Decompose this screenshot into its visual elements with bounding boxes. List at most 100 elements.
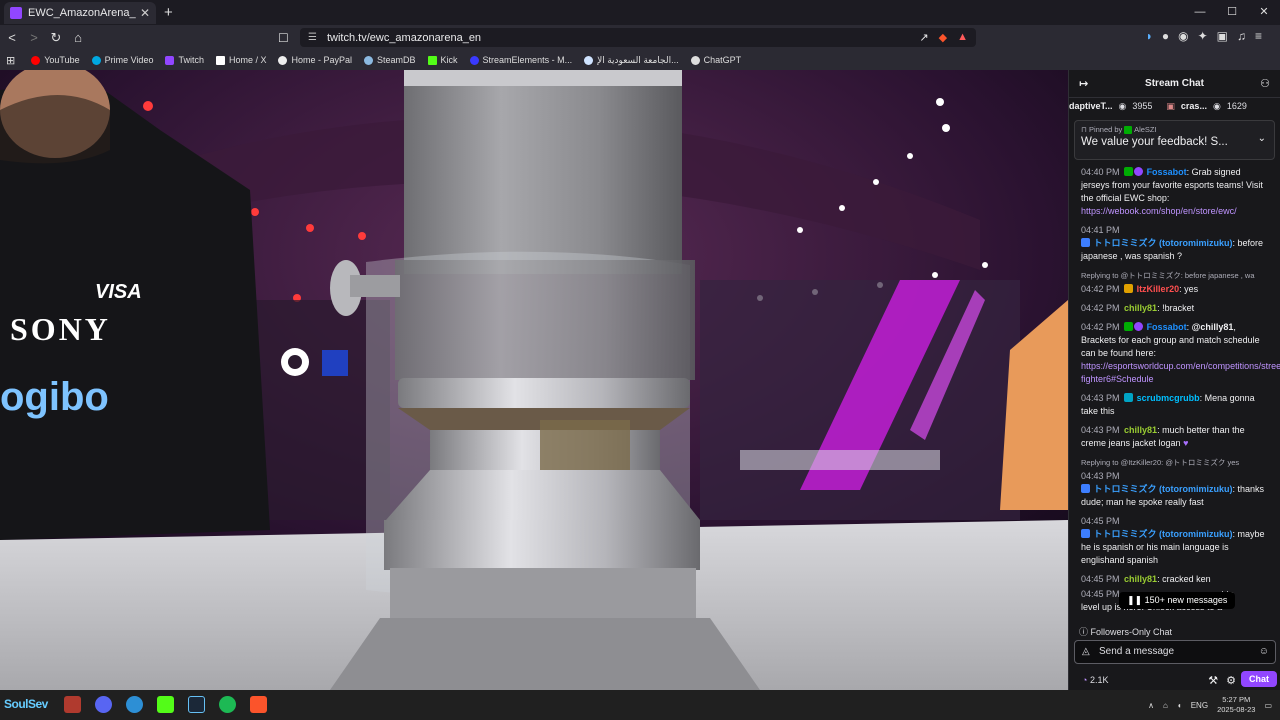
sidebar-icon[interactable]: ▣ (1217, 29, 1228, 43)
message-user[interactable]: scrubmcgrubb (1137, 393, 1200, 403)
forward-button[interactable]: > (24, 30, 44, 45)
bookmark-label: Kick (440, 55, 458, 65)
clock[interactable]: 5:27 PM 2025-08-23 (1217, 695, 1255, 715)
steam-app-icon[interactable] (188, 696, 205, 713)
bookmark-x[interactable]: Home / X (215, 55, 267, 65)
audio-icon[interactable]: ◗ (1146, 29, 1153, 43)
pinned-message[interactable]: ⊓ Pinned by AleSZI We value your feedbac… (1074, 120, 1275, 160)
bookmark-kick[interactable]: Kick (427, 55, 458, 65)
reload-button[interactable]: ↻ (46, 30, 66, 46)
chatgpt-icon (690, 55, 700, 65)
overlay-text: SoulSev (4, 697, 48, 711)
message-user[interactable]: トトロミミズク (totoromimizuku) (1094, 238, 1233, 248)
moderator-badge-icon (1124, 126, 1133, 135)
site-settings-icon[interactable]: ☰ (308, 32, 317, 43)
chevron-up-icon[interactable]: ∧ (1148, 701, 1154, 710)
channel-avatar-icon: ▣ (1166, 100, 1175, 111)
verified-badge-icon (1124, 322, 1134, 331)
speaker-icon[interactable]: ◖ (1177, 701, 1182, 710)
brave-app-icon[interactable] (250, 696, 267, 713)
back-button[interactable]: < (2, 30, 22, 45)
tools-icon[interactable]: ⚒ (1208, 674, 1218, 687)
new-messages-button[interactable]: ❚❚ 150+ new messages (1119, 592, 1236, 609)
message-user[interactable]: chilly81 (1124, 574, 1157, 584)
kick-app-icon[interactable] (157, 696, 174, 713)
prime-video-icon (91, 55, 101, 65)
message-mention[interactable]: @chilly81 (1192, 322, 1234, 332)
sponsor-logo-yogibo: ogibo (0, 375, 109, 419)
rewards-icon[interactable]: ▲ (957, 31, 968, 44)
menu-icon[interactable]: ≡ (1255, 29, 1262, 43)
chat-send-button[interactable]: Chat (1241, 671, 1277, 687)
message-user[interactable]: chilly81 (1124, 425, 1157, 435)
bookmark-steamdb[interactable]: SteamDB (364, 55, 416, 65)
network-icon[interactable]: ⌂ (1163, 701, 1168, 710)
new-messages-label: 150+ new messages (1144, 595, 1228, 605)
address-bar[interactable]: ☐ ☰ twitch.tv/ewc_amazonarena_en ↗ ◆ ▲ (278, 28, 976, 47)
emote-picker-icon[interactable]: ☺ (1259, 641, 1269, 663)
video-player[interactable]: SONY VISA ogibo (0, 70, 1068, 690)
new-tab-button[interactable]: + (164, 4, 173, 21)
collapse-chat-icon[interactable]: ↦ (1079, 77, 1088, 90)
message-user[interactable]: Fossabot (1147, 322, 1187, 332)
browser-app-icon[interactable] (64, 696, 81, 713)
bookmark-icon[interactable]: ☐ (278, 31, 289, 45)
viewer-eye-icon: ◉ (1212, 100, 1221, 111)
bookmark-label: Home / X (228, 55, 267, 65)
maximize-button[interactable]: ☐ (1216, 0, 1248, 25)
tab-title: EWC_AmazonArena_EN - Twitch (28, 6, 136, 19)
ccleaner-app-icon[interactable] (126, 696, 143, 713)
extension-icon[interactable]: ● (1162, 29, 1169, 43)
close-window-button[interactable]: ✕ (1248, 0, 1280, 25)
subscriber-badge-icon (1124, 393, 1134, 402)
video-frame: SONY VISA ogibo (0, 70, 1068, 690)
chat-input[interactable]: ◬ Send a message ☺ (1074, 640, 1276, 664)
spotify-app-icon[interactable] (219, 696, 236, 713)
chevron-down-icon[interactable]: ⌄ (1258, 133, 1266, 144)
media-icon[interactable]: ♫ (1237, 29, 1246, 43)
notification-icon[interactable]: ▭ (1264, 701, 1272, 710)
bookmark-twitch[interactable]: Twitch (165, 55, 204, 65)
channel-points[interactable]: ◔ 2.1K (1082, 675, 1108, 685)
home-button[interactable]: ⌂ (68, 30, 88, 45)
bookmark-streamelements[interactable]: StreamElements - M... (469, 55, 572, 65)
bookmark-prime-video[interactable]: Prime Video (91, 55, 154, 65)
pinned-by: ⊓ Pinned by AleSZI (1081, 125, 1268, 135)
community-icon[interactable]: ⚇ (1260, 77, 1270, 90)
message-user[interactable]: トトロミミズク (totoromimizuku) (1094, 484, 1233, 494)
vpn-icon[interactable]: ◉ (1178, 29, 1188, 43)
bits-icon[interactable]: ◬ (1082, 641, 1090, 663)
chat-message: 04:41 PM トトロミミズク (totoromimizuku): befor… (1081, 224, 1268, 263)
channel-name[interactable]: daptiveT... (1069, 101, 1113, 111)
language-indicator[interactable]: ENG (1191, 701, 1208, 710)
puzzle-icon[interactable]: ✦ (1198, 29, 1208, 43)
message-link[interactable]: https://webook.com/shop/en/store/ewc/ (1081, 206, 1237, 216)
bookmark-label: Prime Video (104, 55, 154, 65)
bookmark-chatgpt[interactable]: ChatGPT (690, 55, 741, 65)
message-time: 04:45 PM (1081, 574, 1120, 584)
reply-context[interactable]: Replying to @トトロミミズク: before japanese , … (1081, 269, 1268, 282)
brave-shield-icon[interactable]: ◆ (939, 31, 947, 44)
message-user[interactable]: Fossabot (1147, 167, 1187, 177)
discord-app-icon[interactable] (95, 696, 112, 713)
bookmark-label: SteamDB (377, 55, 416, 65)
message-user[interactable]: ItzKiller20 (1137, 284, 1180, 294)
apps-grid-icon[interactable]: ⊞ (6, 54, 15, 67)
bookmark-paypal[interactable]: Home - PayPal (278, 55, 352, 65)
channel-name[interactable]: cras... (1181, 101, 1207, 111)
tab-twitch[interactable]: EWC_AmazonArena_EN - Twitch ✕ (4, 1, 156, 24)
bookmark-youtube[interactable]: YouTube (31, 55, 80, 65)
close-tab-icon[interactable]: ✕ (140, 6, 150, 20)
share-icon[interactable]: ↗ (919, 31, 928, 44)
message-text: : cracked ken (1157, 574, 1211, 584)
message-user[interactable]: chilly81 (1124, 303, 1157, 313)
message-user[interactable]: トトロミミズク (totoromimizuku) (1094, 529, 1233, 539)
message-link[interactable]: https://esportsworldcup.com/en/competiti… (1081, 361, 1280, 384)
reply-context[interactable]: Replying to @ItzKiller20: @トトロミミズク yes (1081, 456, 1268, 469)
browser-tab-bar: EWC_AmazonArena_EN - Twitch ✕ + — ☐ ✕ (0, 0, 1280, 25)
minimize-button[interactable]: — (1184, 0, 1216, 25)
gear-icon[interactable]: ⚙ (1226, 674, 1236, 687)
x-icon (215, 55, 225, 65)
bookmark-university[interactable]: الجامعة السعودية الإ... (584, 55, 679, 66)
pin-icon: ⊓ (1081, 125, 1087, 134)
